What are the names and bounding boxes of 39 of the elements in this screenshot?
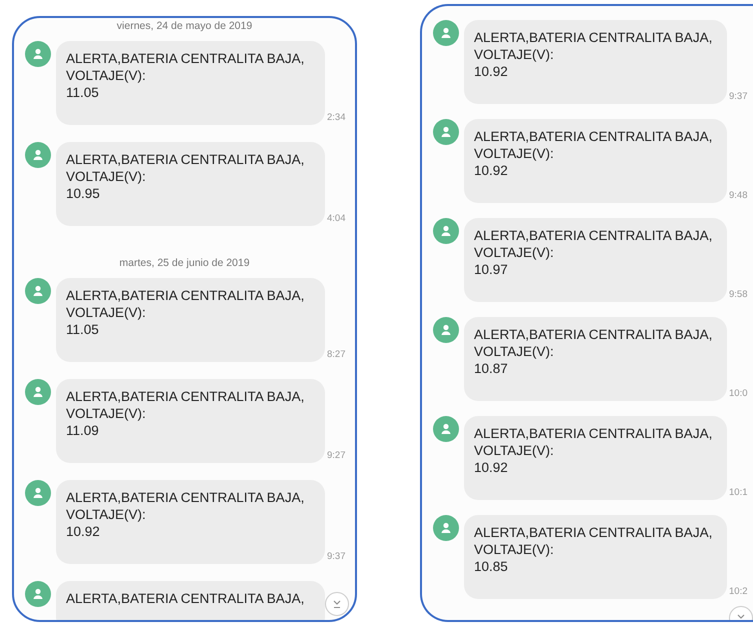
message-time: 9:37 <box>729 91 748 102</box>
message-bubble: ALERTA,BATERIA CENTRALITA BAJA, VOLTAJE(V): 10.87 <box>464 317 727 401</box>
contact-avatar-icon <box>25 480 51 506</box>
message-time: 10:0 <box>729 388 748 399</box>
contact-avatar-icon <box>433 416 459 442</box>
message-time: 9:37 <box>327 551 346 562</box>
message-bubble: ALERTA,BATERIA CENTRALITA BAJA, VOLTAJE(V): 10.92 <box>464 119 727 203</box>
message-time: 10:2 <box>729 586 748 597</box>
contact-avatar-icon <box>25 379 51 405</box>
message-bubble: ALERTA,BATERIA CENTRALITA BAJA, VOLTAJE(V): 11.09 <box>56 379 325 463</box>
contact-avatar-icon <box>433 20 459 46</box>
message-time: 9:48 <box>729 190 748 201</box>
contact-avatar-icon <box>433 119 459 145</box>
contact-avatar-icon <box>433 317 459 343</box>
message-bubble: ALERTA,BATERIA CENTRALITA BAJA, <box>56 581 325 620</box>
message-time: 4:04 <box>327 213 346 224</box>
message-bubble: ALERTA,BATERIA CENTRALITA BAJA, VOLTAJE(V): 10.92 <box>56 480 325 564</box>
date-separator: viernes, 24 de mayo de 2019 <box>116 20 252 32</box>
contact-avatar-icon <box>25 41 51 67</box>
message-time: 9:58 <box>729 289 748 300</box>
scroll-down-button[interactable] <box>325 592 349 616</box>
message-bubble: ALERTA,BATERIA CENTRALITA BAJA, VOLTAJE(V): 10.85 <box>464 515 727 599</box>
message-bubble: ALERTA,BATERIA CENTRALITA BAJA, VOLTAJE(V): 11.05 <box>56 41 325 125</box>
contact-avatar-icon <box>25 581 51 607</box>
message-bubble: ALERTA,BATERIA CENTRALITA BAJA, VOLTAJE(V): 10.97 <box>464 218 727 302</box>
message-time: 8:27 <box>327 349 346 360</box>
date-separator: martes, 25 de junio de 2019 <box>119 257 250 269</box>
message-time: 2:34 <box>327 112 346 123</box>
message-time: 9:27 <box>327 450 346 461</box>
message-bubble: ALERTA,BATERIA CENTRALITA BAJA, VOLTAJE(V): 10.95 <box>56 142 325 226</box>
chevron-down-icon <box>331 598 343 610</box>
contact-avatar-icon <box>25 142 51 168</box>
contact-avatar-icon <box>25 278 51 304</box>
message-bubble: ALERTA,BATERIA CENTRALITA BAJA, VOLTAJE(V): 10.92 <box>464 416 727 500</box>
contact-avatar-icon <box>433 218 459 244</box>
contact-avatar-icon <box>433 515 459 541</box>
message-bubble: ALERTA,BATERIA CENTRALITA BAJA, VOLTAJE(V): 11.05 <box>56 278 325 362</box>
message-time: 10:1 <box>729 487 748 498</box>
message-bubble: ALERTA,BATERIA CENTRALITA BAJA, VOLTAJE(V): 10.92 <box>464 20 727 104</box>
